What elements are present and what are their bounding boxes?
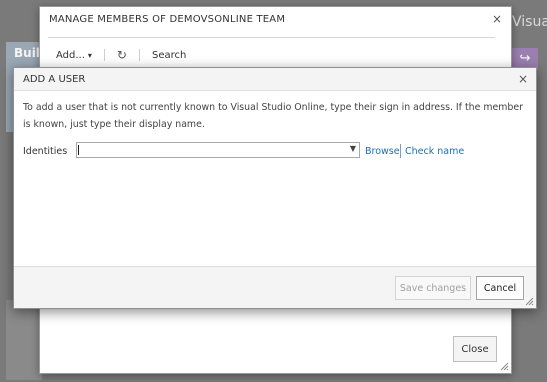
resize-grip-icon[interactable]	[499, 361, 509, 371]
add-menu-label: Add...	[56, 49, 85, 61]
close-icon[interactable]: ×	[492, 12, 502, 26]
text-cursor	[78, 145, 79, 155]
close-button[interactable]: Close	[453, 336, 497, 362]
check-name-link[interactable]: Check name	[405, 146, 464, 157]
identities-combobox[interactable]: ▼	[76, 142, 360, 158]
chevron-down-icon: ▾	[87, 50, 92, 60]
identities-label: Identities	[23, 146, 68, 157]
add-user-description: To add a user that is not currently know…	[23, 102, 523, 130]
search-button[interactable]: Search	[152, 50, 186, 61]
close-icon[interactable]: ×	[518, 72, 528, 86]
add-menu-button[interactable]: Add... ▾	[56, 50, 92, 61]
members-toolbar: Add... ▾ ↻ Search	[56, 47, 186, 63]
toolbar-divider	[103, 49, 105, 61]
refresh-icon[interactable]: ↻	[117, 48, 127, 62]
add-user-title: ADD A USER	[23, 74, 86, 85]
divider	[48, 37, 495, 38]
manage-members-title: MANAGE MEMBERS OF DEMOVSONLINE TEAM	[49, 14, 286, 25]
background-block	[6, 300, 42, 380]
add-user-header: ADD A USER ×	[14, 68, 536, 91]
resize-grip-icon[interactable]	[524, 296, 534, 306]
add-user-dialog: ADD A USER × To add a user that is not c…	[13, 67, 537, 309]
browse-link[interactable]: Browse	[365, 146, 400, 157]
toolbar-divider	[138, 49, 140, 61]
background-title-fragment: Visua	[512, 14, 547, 30]
link-separator	[400, 144, 401, 158]
dropdown-arrow-icon[interactable]: ▼	[350, 144, 356, 153]
save-changes-button[interactable]: Save changes	[395, 276, 471, 300]
cancel-button[interactable]: Cancel	[476, 276, 524, 300]
background-tile-label: Buil	[14, 46, 40, 60]
